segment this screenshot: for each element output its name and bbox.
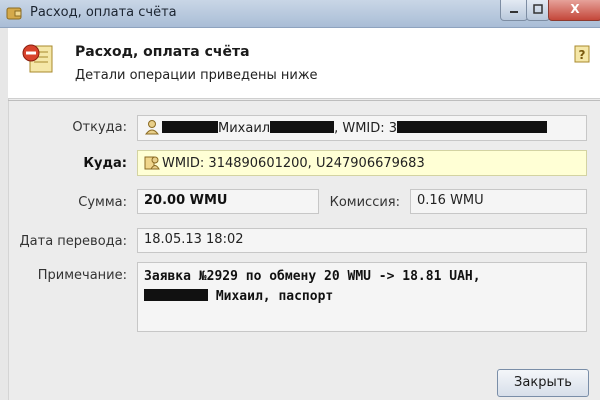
- redaction-bar: [144, 289, 208, 301]
- from-wmid-prefix: , WMID: 3: [334, 121, 398, 136]
- amount-field[interactable]: 20.00 WMU: [137, 189, 319, 214]
- from-label: Откуда:: [72, 120, 127, 135]
- note-line-2: Михаил, паспорт: [144, 287, 580, 307]
- header-title: Расход, оплата счёта: [75, 44, 250, 60]
- redaction-bar: [397, 121, 548, 133]
- wallet-icon: [6, 7, 22, 20]
- maximize-icon: [533, 4, 543, 14]
- user-icon: [144, 120, 160, 135]
- close-button[interactable]: Закрыть: [497, 369, 589, 397]
- svg-text:?: ?: [579, 48, 586, 62]
- date-field[interactable]: 18.05.13 18:02: [137, 228, 587, 253]
- to-label: Куда:: [83, 156, 127, 171]
- date-label: Дата перевода:: [19, 234, 128, 249]
- close-window-button[interactable]: X: [548, 0, 600, 21]
- commission-label: Комиссия:: [329, 195, 400, 210]
- invoice-icon: [22, 44, 53, 73]
- note-line-2-text: Михаил, паспорт: [208, 289, 334, 304]
- maximize-button[interactable]: [526, 0, 550, 21]
- window-title: Расход, оплата счёта: [30, 5, 177, 20]
- redaction-bar: [162, 121, 218, 133]
- close-icon: X: [570, 2, 580, 16]
- from-name: Михаил: [218, 121, 271, 136]
- contact-icon: [144, 156, 160, 170]
- help-icon[interactable]: ?: [572, 44, 592, 64]
- commission-field[interactable]: 0.16 WMU: [410, 189, 587, 214]
- header-subtitle: Детали операции приведены ниже: [75, 68, 318, 83]
- minimize-icon: [510, 11, 518, 13]
- from-field[interactable]: Михаил , WMID: 3: [137, 115, 587, 141]
- amount-label: Сумма:: [78, 195, 127, 210]
- redaction-bar: [270, 121, 335, 133]
- dialog-header: Расход, оплата счёта Детали операции при…: [8, 28, 600, 99]
- window-titlebar[interactable]: Расход, оплата счёта X: [0, 0, 600, 28]
- note-field[interactable]: Заявка №2929 по обмену 20 WMU -> 18.81 U…: [137, 262, 587, 332]
- to-field[interactable]: WMID: 314890601200, U247906679683: [137, 150, 587, 176]
- note-label: Примечание:: [37, 268, 127, 283]
- to-value: WMID: 314890601200, U247906679683: [162, 156, 425, 171]
- header-divider: [8, 100, 600, 101]
- note-line-1: Заявка №2929 по обмену 20 WMU -> 18.81 U…: [144, 269, 481, 284]
- minimize-button[interactable]: [500, 0, 528, 21]
